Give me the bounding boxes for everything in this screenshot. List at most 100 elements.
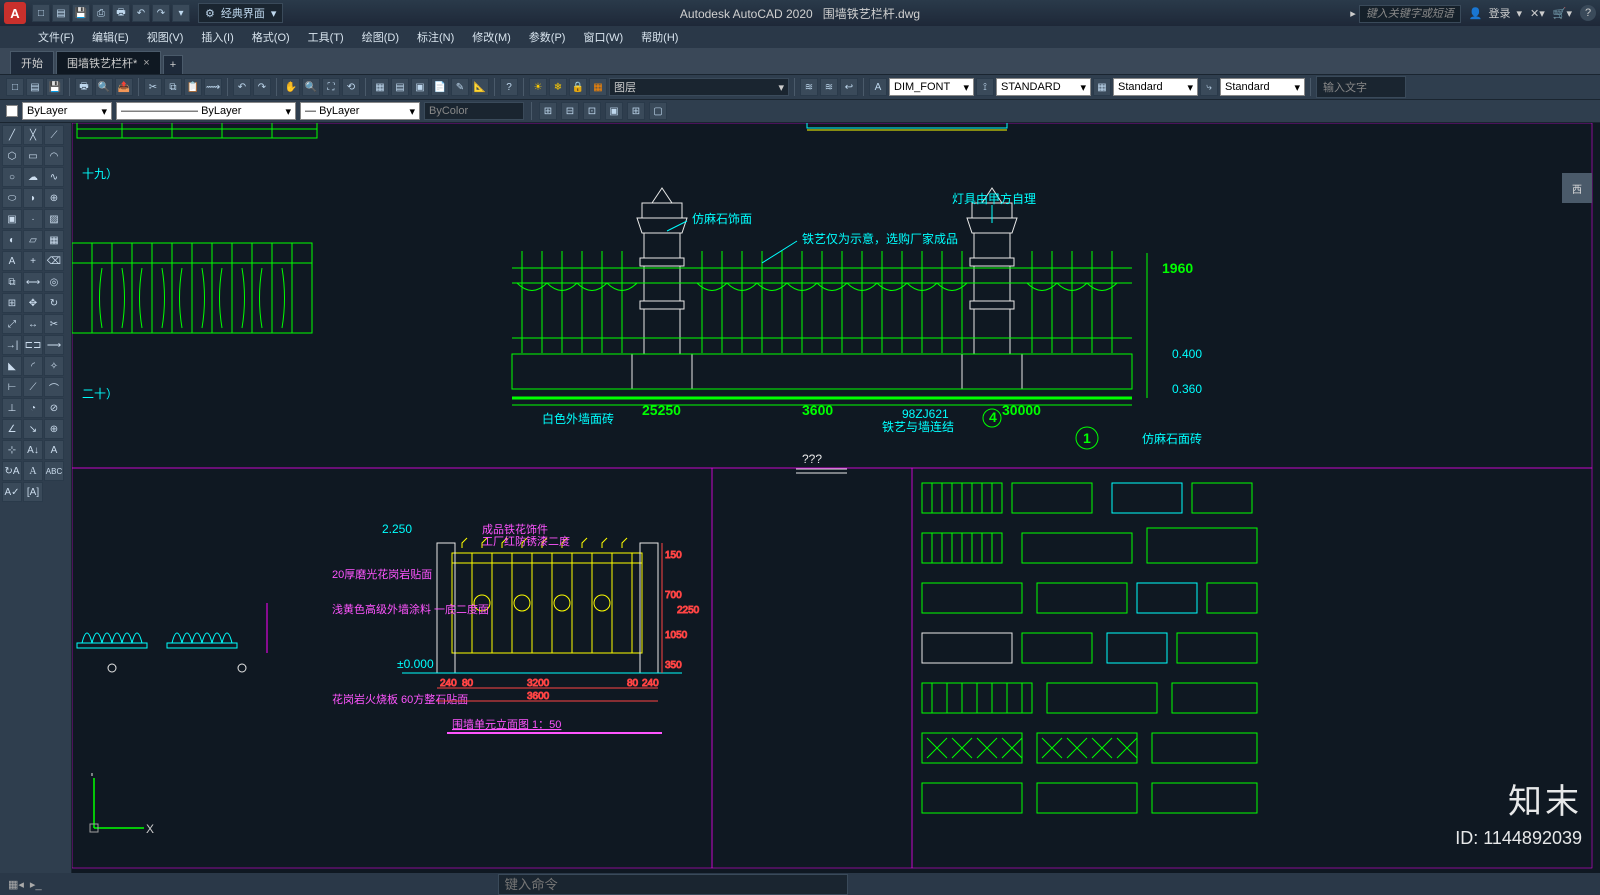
color-dropdown[interactable]: ByLayer▾ (22, 102, 112, 120)
table-style-icon[interactable]: ▦ (1093, 78, 1111, 96)
circle-icon[interactable]: ○ (2, 167, 22, 187)
dc-icon[interactable]: ▤ (391, 78, 409, 96)
menu-help[interactable]: 帮助(H) (633, 27, 686, 47)
textstyle-dropdown[interactable]: STANDARD▾ (996, 78, 1091, 96)
mtext-icon[interactable]: A (2, 251, 22, 271)
dim-arc-icon[interactable]: ⌒ (44, 377, 64, 397)
command-input[interactable] (498, 874, 848, 895)
plot-icon[interactable]: 🖶 (112, 4, 130, 22)
copy-icon[interactable]: ⧉ (164, 78, 182, 96)
open-icon[interactable]: ▤ (52, 4, 70, 22)
group-mgr-icon[interactable]: ⊞ (627, 102, 645, 120)
hatch-icon[interactable]: ▨ (44, 209, 64, 229)
menu-file[interactable]: 文件(F) (30, 27, 82, 47)
dim-aligned-icon[interactable]: ⟋ (23, 377, 43, 397)
group-bbox-icon[interactable]: ▢ (649, 102, 667, 120)
rotate-icon[interactable]: ↻ (44, 293, 64, 313)
menu-format[interactable]: 格式(O) (244, 27, 298, 47)
menu-window[interactable]: 窗口(W) (575, 27, 631, 47)
help2-icon[interactable]: ? (500, 78, 518, 96)
tab-start[interactable]: 开始 (10, 51, 54, 74)
exchange-icon[interactable]: ✕▾ (1530, 7, 1545, 20)
rect-icon[interactable]: ▭ (23, 146, 43, 166)
center-icon[interactable]: ⊹ (2, 440, 22, 460)
props-icon[interactable]: ▦ (371, 78, 389, 96)
dim-dia-icon[interactable]: ⊘ (44, 398, 64, 418)
undo-icon[interactable]: ↶ (233, 78, 251, 96)
find-icon[interactable]: ABC (44, 461, 64, 481)
text-style-icon[interactable]: A (869, 78, 887, 96)
menu-insert[interactable]: 插入(I) (193, 27, 241, 47)
freeze-icon[interactable]: ❄ (549, 78, 567, 96)
help-icon[interactable]: ? (1580, 5, 1596, 21)
login-button[interactable]: 👤 登录 ▾ (1469, 5, 1522, 21)
spell-icon[interactable]: A✓ (2, 482, 22, 502)
undo-icon[interactable]: ↶ (132, 4, 150, 22)
plotstyle-dropdown[interactable]: ByColor (424, 102, 524, 120)
dim-rad-icon[interactable]: ◔ (23, 398, 43, 418)
zoom-icon[interactable]: 🔍 (302, 78, 320, 96)
new-icon[interactable]: □ (32, 4, 50, 22)
ungroup-icon[interactable]: ⊟ (561, 102, 579, 120)
move-icon[interactable]: ✥ (23, 293, 43, 313)
zoom-prev-icon[interactable]: ⟲ (342, 78, 360, 96)
revcloud-icon[interactable]: ☁ (23, 167, 43, 187)
scale-icon[interactable]: ⤢ (2, 314, 22, 334)
publish-icon[interactable]: 📤 (115, 78, 133, 96)
menu-view[interactable]: 视图(V) (139, 27, 192, 47)
find-text-input[interactable]: 输入文字 (1316, 76, 1406, 98)
arc-icon[interactable]: ◠ (44, 146, 64, 166)
layer-dropdown[interactable]: 图层▾ (609, 78, 789, 96)
dim-edit-icon[interactable]: A↓ (23, 440, 43, 460)
explode-icon[interactable]: ✧ (44, 356, 64, 376)
match-icon[interactable]: ⟿ (204, 78, 222, 96)
save-icon[interactable]: 💾 (46, 78, 64, 96)
point-icon[interactable]: · (23, 209, 43, 229)
dim-ang-icon[interactable]: ∠ (2, 419, 22, 439)
cart-icon[interactable]: 🛒▾ (1553, 7, 1572, 20)
layer-states-icon[interactable]: ≋ (800, 78, 818, 96)
line-icon[interactable]: ╱ (2, 125, 22, 145)
color-swatch[interactable] (6, 105, 18, 117)
xline-icon[interactable]: ╳ (23, 125, 43, 145)
tool-palette-icon[interactable]: ▣ (411, 78, 429, 96)
dimstyle-dropdown[interactable]: DIM_FONT▾ (889, 78, 974, 96)
lineweight-dropdown[interactable]: — ByLayer▾ (300, 102, 420, 120)
view-cube[interactable]: 西 (1562, 173, 1592, 203)
menu-modify[interactable]: 修改(M) (464, 27, 519, 47)
insert-icon[interactable]: ⊕ (44, 188, 64, 208)
polygon-icon[interactable]: ⬡ (2, 146, 22, 166)
drawing-canvas[interactable]: 西 +两侧 三维线图 十九） (72, 123, 1600, 873)
qat-more-icon[interactable]: ▾ (172, 4, 190, 22)
workspace-dropdown[interactable]: ⚙ 经典界面 ▾ (198, 3, 283, 23)
save-icon[interactable]: 💾 (72, 4, 90, 22)
pan-icon[interactable]: ✋ (282, 78, 300, 96)
zoom-window-icon[interactable]: ⛶ (322, 78, 340, 96)
markup-icon[interactable]: ✎ (451, 78, 469, 96)
extend-icon[interactable]: →| (2, 335, 22, 355)
erase-icon[interactable]: ⌫ (44, 251, 64, 271)
addsel-icon[interactable]: + (23, 251, 43, 271)
open-icon[interactable]: ▤ (26, 78, 44, 96)
group-sel-icon[interactable]: ▣ (605, 102, 623, 120)
copy-obj-icon[interactable]: ⧉ (2, 272, 22, 292)
sun-icon[interactable]: ☀ (529, 78, 547, 96)
leader-icon[interactable]: ↘ (23, 419, 43, 439)
lock-icon[interactable]: 🔒 (569, 78, 587, 96)
menu-edit[interactable]: 编辑(E) (84, 27, 137, 47)
table-icon[interactable]: ▦ (44, 230, 64, 250)
mleader-style-icon[interactable]: ⤷ (1200, 78, 1218, 96)
preview-icon[interactable]: 🔍 (95, 78, 113, 96)
mlstyle-dropdown[interactable]: Standard▾ (1220, 78, 1305, 96)
offset-icon[interactable]: ◎ (44, 272, 64, 292)
menu-draw[interactable]: 绘图(D) (354, 27, 407, 47)
new-tab-button[interactable]: + (163, 55, 183, 74)
trim-icon[interactable]: ✂ (44, 314, 64, 334)
redo-icon[interactable]: ↷ (152, 4, 170, 22)
menu-dim[interactable]: 标注(N) (409, 27, 462, 47)
tablestyle-dropdown[interactable]: Standard▾ (1113, 78, 1198, 96)
saveas-icon[interactable]: ⎙ (92, 4, 110, 22)
calc-icon[interactable]: 📐 (471, 78, 489, 96)
ellipse-arc-icon[interactable]: ◗ (23, 188, 43, 208)
layer-iso-icon[interactable]: ≋ (820, 78, 838, 96)
